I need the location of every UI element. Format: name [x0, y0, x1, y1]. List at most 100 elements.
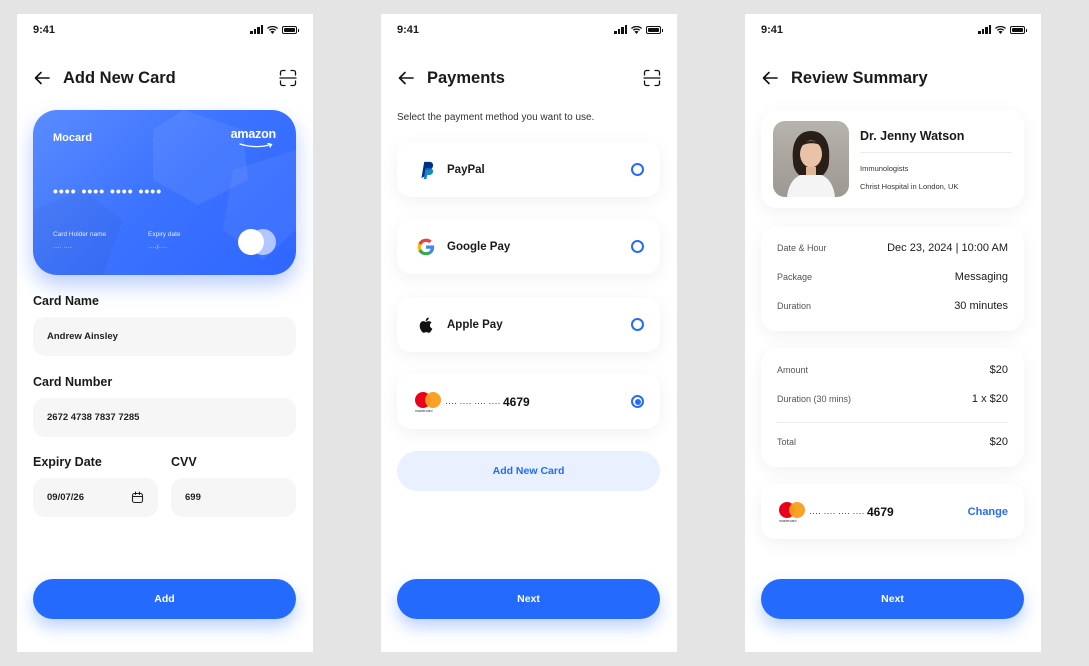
- expiry-date-label: Expiry Date: [33, 455, 102, 469]
- doctor-name: Dr. Jenny Watson: [860, 129, 965, 143]
- card-expiry-label: Expiry date: [148, 231, 181, 238]
- card-holder-value: ···· ····: [53, 244, 73, 251]
- next-button[interactable]: Next: [761, 579, 1024, 619]
- card-name-field[interactable]: Andrew Ainsley: [33, 317, 296, 356]
- cvv-value: 699: [185, 492, 201, 503]
- payment-option-label: Google Pay: [447, 240, 511, 253]
- header: Payments: [397, 66, 661, 90]
- card-issuer-logo: amazon: [230, 127, 277, 141]
- expiry-date-value: 09/07/26: [47, 492, 84, 503]
- payment-option-mastercard[interactable]: mastercard ···· ···· ···· ···· 4679: [397, 374, 660, 429]
- billing-summary: Amount $20 Duration (30 mins) 1 x $20 Tota…: [761, 348, 1024, 467]
- radio-button[interactable]: [631, 163, 644, 176]
- page-title: Add New Card: [63, 68, 176, 87]
- battery-icon: [646, 26, 663, 34]
- credit-card-preview: Mocard amazon •••• •••• •••• •••• Card H…: [33, 110, 296, 275]
- selected-payment-card: mastercard ···· ···· ···· ···· 4679 Chan…: [761, 484, 1024, 539]
- payment-option-google-pay[interactable]: Google Pay: [397, 219, 660, 274]
- signal-icon: [614, 25, 627, 34]
- header: Add New Card: [33, 66, 297, 90]
- card-number-field[interactable]: 2672 4738 7837 7285: [33, 398, 296, 437]
- back-arrow-icon[interactable]: [397, 69, 415, 87]
- doctor-specialty: Immunologists: [860, 164, 909, 173]
- status-icons: [978, 25, 1027, 34]
- scan-icon[interactable]: [643, 69, 661, 87]
- payment-instruction: Select the payment method you want to us…: [397, 112, 595, 123]
- card-last4: 4679: [866, 504, 894, 519]
- duration-label: Duration (30 mins): [777, 394, 852, 404]
- add-new-card-screen: 9:41 Add New Card Mocard amazon •••• •••…: [17, 14, 313, 652]
- add-new-card-button[interactable]: Add New Card: [397, 451, 660, 491]
- review-summary-screen: 9:41 Review Summary Dr. Jenny Watson Imm…: [745, 14, 1041, 652]
- card-holder-label: Card Holder name: [53, 231, 107, 238]
- doctor-hospital: Christ Hospital in London, UK: [860, 182, 959, 191]
- amazon-smile-icon: [239, 143, 273, 148]
- detail-key: Duration: [777, 301, 812, 311]
- battery-icon: [282, 26, 299, 34]
- battery-icon: [1010, 26, 1027, 34]
- status-icons: [250, 25, 299, 34]
- detail-value: 30 minutes: [954, 300, 1008, 312]
- payments-screen: 9:41 Payments Select the payment method …: [381, 14, 677, 652]
- doctor-card: Dr. Jenny Watson Immunologists Christ Ho…: [761, 110, 1024, 208]
- card-dots: ···· ···· ···· ····: [445, 397, 501, 408]
- radio-button[interactable]: [631, 240, 644, 253]
- payment-option-paypal[interactable]: PayPal: [397, 142, 660, 197]
- appointment-details: Date & Hour Dec 23, 2024 | 10:00 AM Packa…: [761, 227, 1024, 331]
- calendar-icon[interactable]: [131, 491, 144, 504]
- status-bar: 9:41: [381, 14, 677, 44]
- card-number-label: Card Number: [33, 375, 113, 389]
- header: Review Summary: [761, 66, 1025, 90]
- divider: [860, 152, 1012, 153]
- card-name-label: Card Name: [33, 294, 99, 308]
- card-number-masked: ···· ···· ···· ···· 4679: [445, 395, 631, 409]
- total-label: Total: [777, 437, 797, 447]
- card-expiry-value: ····/····: [148, 244, 168, 251]
- google-icon: [415, 236, 437, 258]
- billing-row: Total $20: [777, 436, 1008, 448]
- doctor-avatar: [773, 121, 849, 197]
- back-arrow-icon[interactable]: [33, 69, 51, 87]
- payment-option-label: Apple Pay: [447, 318, 503, 331]
- payment-option-apple-pay[interactable]: Apple Pay: [397, 297, 660, 352]
- status-time: 9:41: [761, 24, 784, 36]
- amount-label: Amount: [777, 365, 809, 375]
- signal-icon: [978, 25, 991, 34]
- paypal-icon: [415, 159, 437, 181]
- cvv-label: CVV: [171, 455, 197, 469]
- status-bar: 9:41: [17, 14, 313, 44]
- mastercard-brand-text: mastercard: [779, 518, 797, 523]
- page-title: Review Summary: [791, 68, 928, 87]
- card-number-masked: ···· ···· ···· ···· 4679: [809, 505, 894, 519]
- status-icons: [614, 25, 663, 34]
- detail-row: Duration 30 minutes: [777, 300, 1008, 312]
- total-value: $20: [989, 436, 1008, 448]
- back-arrow-icon[interactable]: [761, 69, 779, 87]
- duration-value: 1 x $20: [971, 393, 1008, 405]
- scan-icon[interactable]: [279, 69, 297, 87]
- detail-key: Date & Hour: [777, 243, 827, 253]
- wifi-icon: [631, 26, 642, 34]
- expiry-date-field[interactable]: 09/07/26: [33, 478, 158, 517]
- card-dots: ···· ···· ···· ····: [809, 507, 865, 518]
- wifi-icon: [267, 26, 278, 34]
- status-time: 9:41: [397, 24, 420, 36]
- card-number-masked: •••• •••• •••• ••••: [53, 183, 163, 199]
- wifi-icon: [995, 26, 1006, 34]
- divider: [777, 422, 1008, 423]
- radio-button[interactable]: [631, 318, 644, 331]
- add-button[interactable]: Add: [33, 579, 296, 619]
- apple-icon: [415, 314, 437, 336]
- card-last4: 4679: [502, 394, 530, 409]
- radio-button-selected[interactable]: [631, 395, 644, 408]
- status-time: 9:41: [33, 24, 56, 36]
- detail-row: Date & Hour Dec 23, 2024 | 10:00 AM: [777, 242, 1008, 254]
- cvv-field[interactable]: 699: [171, 478, 296, 517]
- signal-icon: [250, 25, 263, 34]
- status-bar: 9:41: [745, 14, 1041, 44]
- card-brand: Mocard: [53, 132, 93, 144]
- change-payment-link[interactable]: Change: [968, 506, 1008, 518]
- detail-value: Dec 23, 2024 | 10:00 AM: [887, 242, 1008, 254]
- detail-row: Package Messaging: [777, 271, 1008, 283]
- next-button[interactable]: Next: [397, 579, 660, 619]
